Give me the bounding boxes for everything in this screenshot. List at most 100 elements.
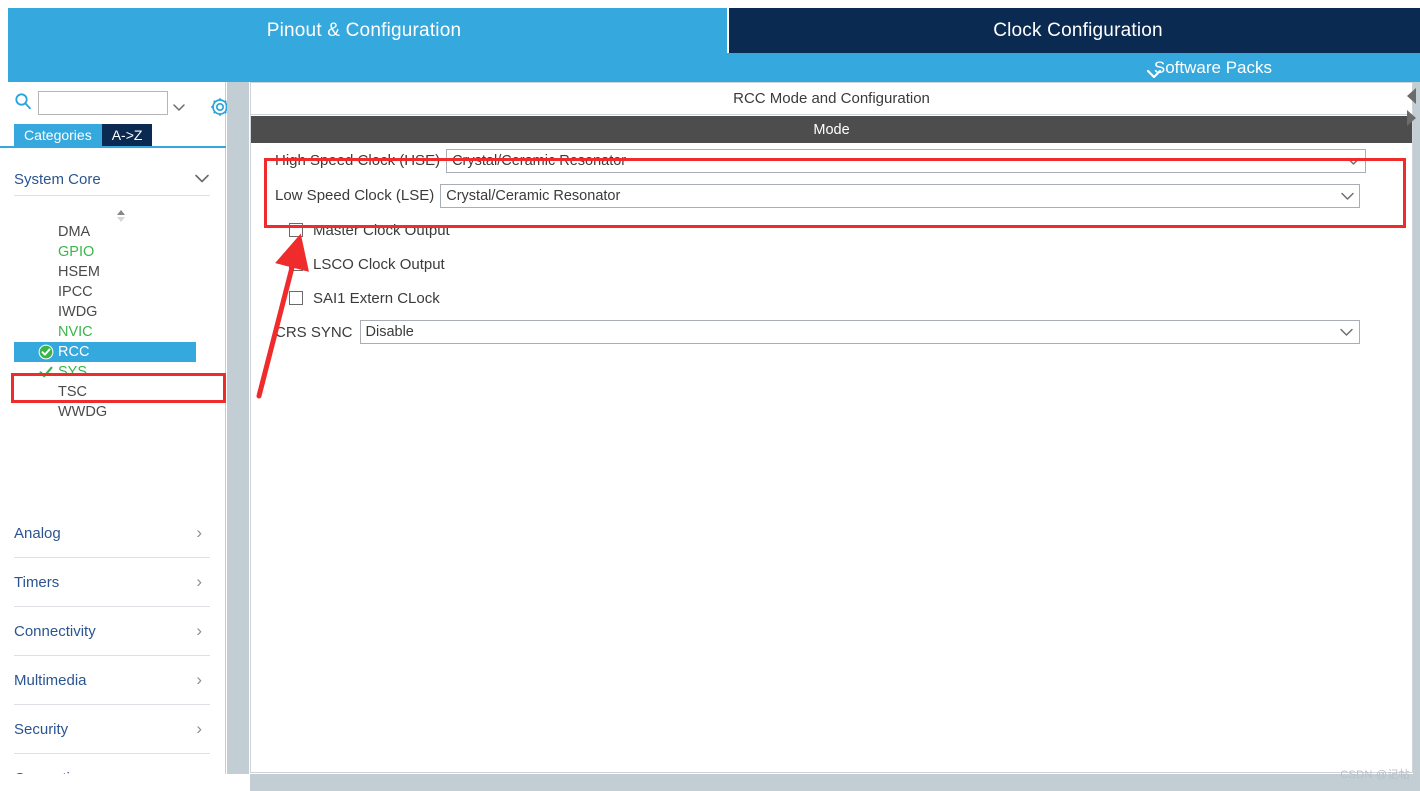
- sidebar-item-rcc[interactable]: RCC: [14, 342, 196, 362]
- software-packs-menu[interactable]: Software Packs: [1146, 58, 1272, 78]
- sidebar-item-label: SYS: [58, 364, 88, 380]
- chevron-right-icon: ›: [196, 670, 202, 689]
- cubemx-window: Pinout & Configuration Clock Configurati…: [0, 0, 1420, 791]
- sidebar-group-system-core[interactable]: System Core: [14, 164, 210, 196]
- panel-title: RCC Mode and Configuration: [251, 83, 1412, 115]
- tab-pinout-label: Pinout & Configuration: [266, 19, 462, 41]
- category-label: Security: [14, 720, 69, 738]
- sidebar-item-dma[interactable]: DMA: [14, 222, 210, 242]
- lse-dropdown[interactable]: Crystal/Ceramic Resonator: [440, 183, 1361, 208]
- chevron-right-icon: ›: [196, 719, 202, 738]
- chevron-down-icon: [194, 171, 210, 188]
- chevron-right-icon: ›: [196, 621, 202, 640]
- mode-form: High Speed Clock (HSE) Crystal/Ceramic R…: [251, 143, 1412, 349]
- mode-section-header: Mode: [251, 116, 1412, 143]
- mode-section-label: Mode: [813, 121, 850, 138]
- sidebar-item-gpio[interactable]: GPIO: [14, 242, 210, 262]
- chevron-down-icon: [1335, 191, 1359, 201]
- checkbox-row-lsco-clock-output[interactable]: LSCO Clock Output: [251, 247, 1412, 281]
- chevron-down-icon: [1335, 327, 1359, 337]
- sidebar-category-connectivity[interactable]: Connectivity ›: [14, 607, 210, 656]
- sidebar-category-analog[interactable]: Analog ›: [14, 509, 210, 558]
- top-tab-bar: Pinout & Configuration Clock Configurati…: [0, 0, 1420, 82]
- sidebar-tab-underline: [0, 146, 226, 148]
- sidebar-item-label: TSC: [58, 384, 87, 400]
- sidebar-item-ipcc[interactable]: IPCC: [14, 282, 210, 302]
- field-row-crs-sync: CRS SYNC Disable: [251, 315, 1412, 349]
- category-list: Analog › Timers › Connectivity › Multime…: [14, 509, 210, 791]
- search-icon: [14, 92, 32, 115]
- sidebar-item-hsem[interactable]: HSEM: [14, 262, 210, 282]
- sidebar-item-label: DMA: [58, 224, 91, 240]
- field-row-lse: Low Speed Clock (LSE) Crystal/Ceramic Re…: [251, 178, 1412, 213]
- checkbox-row-sai1-extern-clock[interactable]: SAI1 Extern CLock: [251, 281, 1412, 315]
- search-row: [0, 86, 229, 120]
- field-row-hse: High Speed Clock (HSE) Crystal/Ceramic R…: [251, 143, 1412, 178]
- right-edge-strip: [1413, 82, 1420, 791]
- master-clock-output-label: Master Clock Output: [313, 221, 450, 239]
- category-label: Multimedia: [14, 671, 87, 689]
- watermark: CSDN @记帖: [1340, 769, 1410, 781]
- chevron-right-icon: ›: [196, 572, 202, 591]
- lsco-clock-output-label: LSCO Clock Output: [313, 255, 445, 273]
- tab-a-to-z[interactable]: A->Z: [101, 124, 153, 146]
- sidebar-item-label: GPIO: [58, 244, 95, 260]
- tab-pinout-configuration[interactable]: Pinout & Configuration: [8, 8, 720, 53]
- lse-label: Low Speed Clock (LSE): [275, 187, 435, 204]
- sai1-extern-clock-label: SAI1 Extern CLock: [313, 289, 440, 307]
- sidebar-item-label: IWDG: [58, 304, 98, 320]
- peripheral-list: DMA GPIO HSEM IPCC IWDG NVIC RCC SYS TSC…: [14, 222, 210, 422]
- sidebar-item-nvic[interactable]: NVIC: [14, 322, 210, 342]
- category-label: Analog: [14, 524, 61, 542]
- lsco-clock-output-checkbox[interactable]: [289, 257, 303, 271]
- software-packs-label: Software Packs: [1153, 57, 1272, 77]
- master-clock-output-checkbox[interactable]: [289, 223, 303, 237]
- sidebar-category-security[interactable]: Security ›: [14, 705, 210, 754]
- hse-value: Crystal/Ceramic Resonator: [452, 152, 627, 169]
- hse-dropdown[interactable]: Crystal/Ceramic Resonator: [446, 148, 1367, 173]
- software-packs-bar: Software Packs: [8, 53, 1420, 82]
- rcc-config-panel: RCC Mode and Configuration Mode High Spe…: [250, 82, 1413, 773]
- bottom-status-strip: [250, 774, 1420, 791]
- sidebar-item-label: RCC: [58, 344, 90, 360]
- tab-categories[interactable]: Categories: [14, 124, 102, 146]
- panel-title-label: RCC Mode and Configuration: [733, 90, 930, 107]
- checkbox-row-master-clock-output[interactable]: Master Clock Output: [251, 213, 1412, 247]
- sidebar-subtabs: Categories A->Z: [14, 124, 153, 146]
- panel-splitter[interactable]: [227, 82, 249, 791]
- sidebar-item-label: HSEM: [58, 264, 100, 280]
- tab-clock-configuration[interactable]: Clock Configuration: [727, 8, 1420, 53]
- category-label: Connectivity: [14, 622, 96, 640]
- crs-sync-dropdown[interactable]: Disable: [359, 320, 1360, 344]
- category-label: Timers: [14, 573, 60, 591]
- sidebar-item-sys[interactable]: SYS: [14, 362, 210, 382]
- sidebar-item-label: IPCC: [58, 284, 93, 300]
- tab-a-to-z-label: A->Z: [111, 127, 143, 143]
- sidebar-item-wwdg[interactable]: WWDG: [14, 402, 210, 422]
- circle-check-icon: [38, 344, 54, 360]
- crs-sync-value: Disable: [365, 324, 414, 340]
- tab-clock-label: Clock Configuration: [993, 19, 1163, 41]
- left-sidebar: Categories A->Z System Core DMA GPIO HSE…: [0, 82, 229, 791]
- chevron-right-icon: ›: [196, 523, 202, 542]
- sai1-extern-clock-checkbox[interactable]: [289, 291, 303, 305]
- sidebar-item-iwdg[interactable]: IWDG: [14, 302, 210, 322]
- hse-label: High Speed Clock (HSE): [275, 152, 441, 169]
- sidebar-item-label: NVIC: [58, 324, 93, 340]
- search-input[interactable]: [38, 91, 168, 115]
- sidebar-category-timers[interactable]: Timers ›: [14, 558, 210, 607]
- sidebar-item-label: WWDG: [58, 404, 108, 420]
- tab-categories-label: Categories: [24, 127, 92, 143]
- chevron-down-icon: [1341, 156, 1365, 166]
- lse-value: Crystal/Ceramic Resonator: [446, 187, 621, 204]
- collapse-arrows-icon[interactable]: [1402, 86, 1420, 132]
- tab-strip: Pinout & Configuration Clock Configurati…: [8, 8, 1420, 53]
- group-label-system-core: System Core: [14, 171, 101, 188]
- group-head-system-core[interactable]: System Core: [14, 164, 210, 196]
- sidebar-item-tsc[interactable]: TSC: [14, 382, 210, 402]
- check-icon: [38, 364, 54, 380]
- search-dropdown-caret-icon[interactable]: [172, 99, 186, 117]
- sidebar-category-multimedia[interactable]: Multimedia ›: [14, 656, 210, 705]
- bottom-left-strip: [0, 774, 250, 791]
- crs-sync-label: CRS SYNC: [275, 323, 353, 341]
